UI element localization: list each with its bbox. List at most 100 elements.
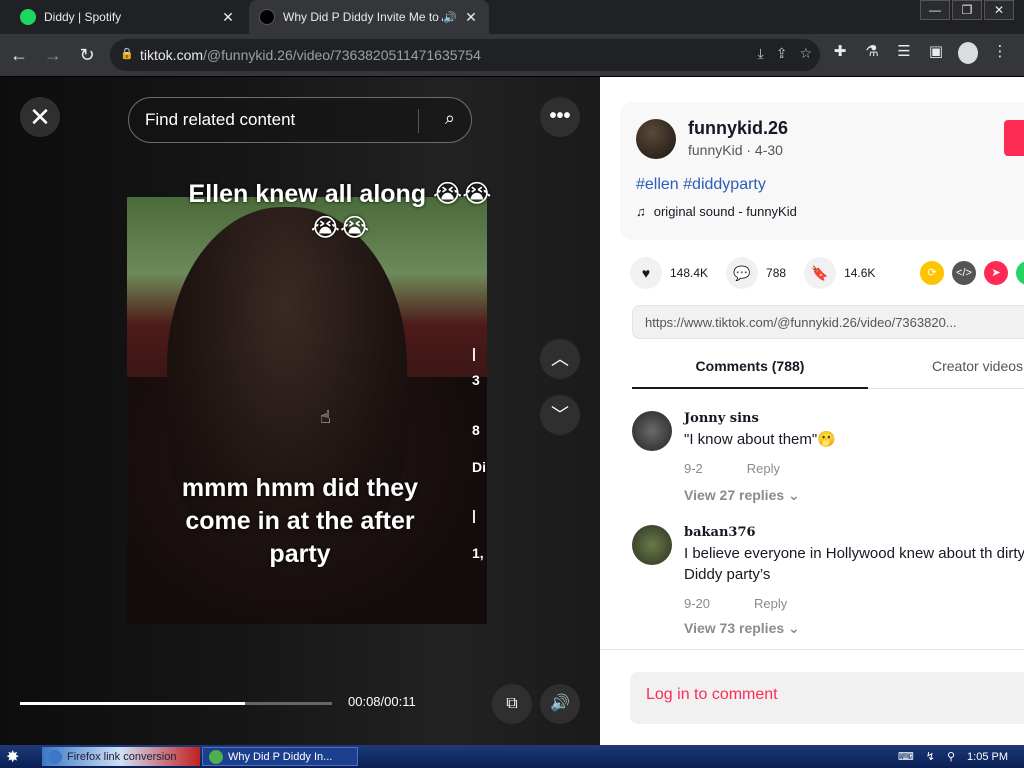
- music-note-icon: ♫: [636, 204, 646, 219]
- commenter-name[interactable]: Jonny sins: [684, 411, 759, 426]
- save-stat[interactable]: 🔖 14.6K: [804, 257, 875, 289]
- close-tab-icon[interactable]: ✕: [220, 9, 236, 26]
- tab-title: Why Did P Diddy Invite Me to A: [283, 10, 444, 24]
- network-icon[interactable]: ↯: [926, 750, 935, 763]
- side-peek-text: |: [472, 507, 476, 523]
- search-tray-icon[interactable]: ⚲: [947, 750, 955, 763]
- keyboard-icon[interactable]: ⌨: [898, 750, 914, 763]
- tab-tiktok[interactable]: Why Did P Diddy Invite Me to A 🔊 ✕: [249, 0, 489, 34]
- tab-title: Diddy | Spotify: [44, 10, 122, 24]
- view-replies-button[interactable]: View 27 replies ⌄: [684, 487, 800, 504]
- commenter-avatar[interactable]: [632, 411, 672, 451]
- search-icon[interactable]: ⌕: [445, 108, 455, 129]
- next-video-button[interactable]: ﹀: [540, 395, 580, 435]
- picture-in-picture-button[interactable]: ⧉: [492, 684, 532, 724]
- taskbar-item-label: Firefox link conversion: [67, 750, 177, 763]
- lock-icon: 🔒: [120, 48, 134, 60]
- bookmark-star-icon[interactable]: ☆: [799, 45, 812, 62]
- heart-icon: ♥: [630, 257, 662, 289]
- profile-avatar[interactable]: [958, 42, 978, 68]
- video-progress-bar[interactable]: [20, 702, 332, 705]
- taskbar-item-chrome[interactable]: Why Did P Diddy In...: [202, 747, 358, 766]
- comment-text: I believe everyone in Hollywood knew abo…: [684, 545, 1024, 583]
- browser-tab-bar: Diddy | Spotify ✕ Why Did P Diddy Invite…: [0, 0, 1024, 34]
- repost-icon[interactable]: ⟳: [920, 261, 944, 285]
- video-caption-top: Ellen knew all along 😭😭 😭😭: [188, 180, 492, 242]
- comment-meta: 9-2 Reply: [684, 461, 780, 476]
- comment-date: 9-2: [684, 461, 703, 476]
- url-host: tiktok.com: [140, 47, 204, 63]
- mouse-cursor-icon: ☝: [320, 407, 331, 427]
- reply-button[interactable]: Reply: [747, 461, 780, 476]
- search-placeholder: Find related content: [145, 110, 296, 129]
- forward-icon[interactable]: →: [38, 40, 68, 70]
- author-name[interactable]: funnykid.26: [688, 118, 788, 139]
- previous-video-button[interactable]: ︿: [540, 339, 580, 379]
- comment-count: 788: [766, 266, 787, 280]
- sound-info[interactable]: ♫ original sound - funnyKid: [636, 204, 797, 219]
- login-to-comment-button[interactable]: Log in to comment: [630, 672, 1024, 724]
- window-controls: — ❐ ✕: [918, 0, 1014, 20]
- minimize-icon[interactable]: —: [920, 0, 950, 20]
- tab-comments[interactable]: Comments (788): [632, 355, 868, 389]
- extensions-icon[interactable]: ✚: [830, 42, 850, 68]
- address-bar-actions: ⤓ ⇪ ☆: [758, 45, 813, 62]
- side-peek-text: 1,: [472, 545, 484, 561]
- commenter-name[interactable]: bakan376: [684, 525, 756, 540]
- address-bar[interactable]: 🔒 tiktok.com/@funnykid.26/video/73638205…: [110, 39, 820, 71]
- video-link-field[interactable]: https://www.tiktok.com/@funnykid.26/vide…: [632, 305, 1024, 339]
- reading-list-icon[interactable]: ☰: [894, 42, 914, 68]
- author-subtitle: funnyKid · 4-30: [688, 142, 783, 158]
- save-count: 14.6K: [844, 266, 876, 280]
- close-window-icon[interactable]: ✕: [984, 0, 1014, 20]
- close-video-button[interactable]: ✕: [20, 97, 60, 137]
- system-tray: ⌨ ↯ ⚲ 1:05 PM: [886, 745, 1024, 768]
- embed-icon[interactable]: </>: [952, 261, 976, 285]
- comment-stat[interactable]: 💬 788: [726, 257, 786, 289]
- reply-button[interactable]: Reply: [754, 596, 787, 611]
- more-options-button[interactable]: •••: [540, 97, 580, 137]
- comment-text: "I know about them"🫢: [684, 431, 836, 448]
- url-path: /@funnykid.26/video/7363820511471635754: [203, 47, 481, 63]
- share-icon[interactable]: ⇪: [776, 45, 788, 62]
- tab-spotify[interactable]: Diddy | Spotify ✕: [10, 0, 246, 34]
- taskbar-item-firefox[interactable]: Firefox link conversion: [42, 747, 200, 766]
- tab-creator-videos[interactable]: Creator videos: [932, 355, 1024, 377]
- comment-date: 9-20: [684, 596, 711, 611]
- hashtags[interactable]: #ellen #diddyparty: [636, 176, 766, 194]
- back-icon[interactable]: ←: [4, 40, 34, 70]
- install-icon[interactable]: ⤓: [758, 45, 764, 62]
- close-tab-icon[interactable]: ✕: [463, 9, 479, 26]
- whatsapp-icon[interactable]: w: [1016, 261, 1024, 285]
- restore-icon[interactable]: ❐: [952, 0, 982, 20]
- commenter-avatar[interactable]: [632, 525, 672, 565]
- video-player: ✕ Find related content ⌕ ••• Ellen knew …: [0, 77, 600, 745]
- like-stat[interactable]: ♥ 148.4K: [630, 257, 708, 289]
- ie-icon: [48, 749, 62, 764]
- view-replies-button[interactable]: View 73 replies ⌄: [684, 620, 800, 637]
- reload-icon[interactable]: ↻: [72, 40, 102, 70]
- clock: 1:05 PM: [967, 750, 1008, 763]
- details-panel: funnykid.26 funnyKid · 4-30 #ellen #didd…: [600, 77, 1024, 745]
- menu-icon[interactable]: ⋮: [990, 42, 1010, 68]
- follow-button[interactable]: [1004, 120, 1024, 156]
- related-content-search[interactable]: Find related content ⌕: [128, 97, 472, 143]
- volume-button[interactable]: 🔊: [540, 684, 580, 724]
- comment-meta: 9-20 Reply: [684, 596, 787, 611]
- taskbar: ✸ Firefox link conversion Why Did P Didd…: [0, 745, 1024, 768]
- author-avatar[interactable]: [636, 119, 676, 159]
- labs-icon[interactable]: ⚗: [862, 42, 882, 68]
- login-bar: Log in to comment: [600, 649, 1024, 745]
- side-panel-icon[interactable]: ▣: [926, 42, 946, 68]
- extensions-area: ✚ ⚗ ☰ ▣ ⋮: [830, 42, 1010, 68]
- speaker-icon[interactable]: 🔊: [443, 11, 457, 24]
- taskbar-item-label: Why Did P Diddy In...: [228, 750, 333, 763]
- progress-fill: [20, 702, 245, 705]
- start-icon[interactable]: ✸: [6, 747, 19, 767]
- bookmark-icon: 🔖: [804, 257, 837, 289]
- send-icon[interactable]: ➤: [984, 261, 1008, 285]
- browser-toolbar: ← → ↻ 🔒 tiktok.com/@funnykid.26/video/73…: [0, 34, 1024, 76]
- side-peek-text: Di: [472, 459, 486, 475]
- video-time: 00:08/00:11: [348, 694, 416, 709]
- comment-tabs: Comments (788) Creator videos: [632, 355, 1024, 389]
